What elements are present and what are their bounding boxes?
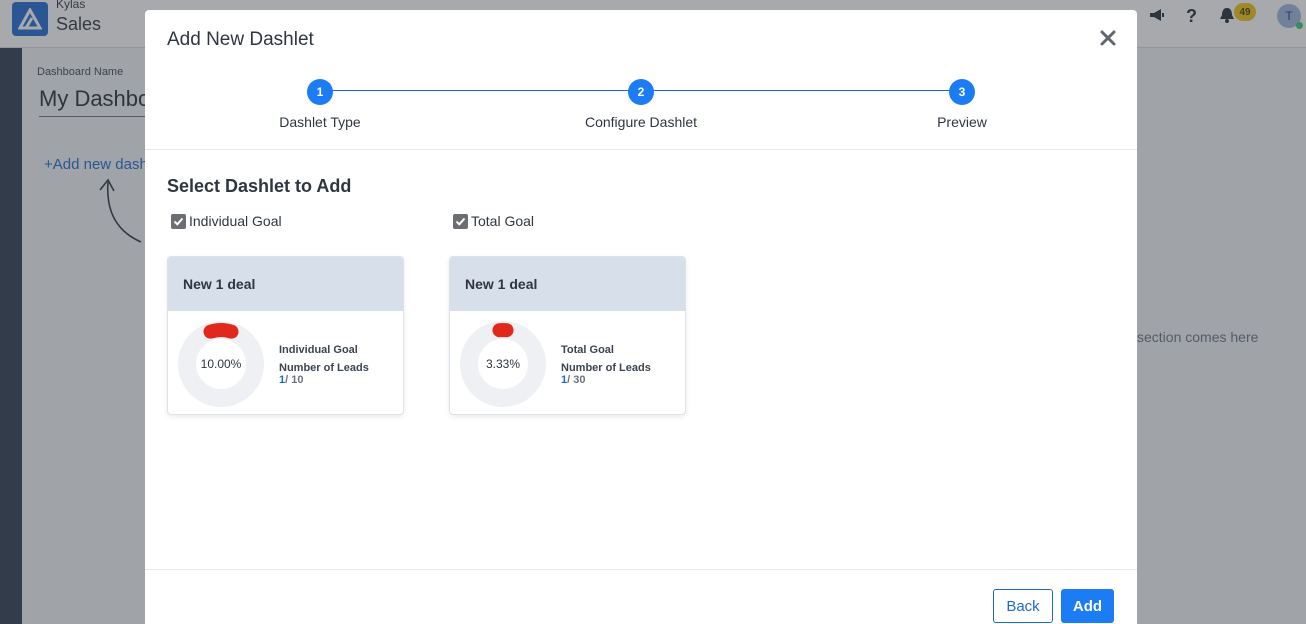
- back-button[interactable]: Back: [993, 589, 1053, 623]
- footer-divider: [145, 569, 1137, 570]
- card-title: New 1 deal: [450, 257, 685, 311]
- goal-target: / 30: [567, 374, 586, 386]
- goal-type: Total Goal: [561, 344, 614, 356]
- step-3-label: Preview: [937, 114, 987, 130]
- step-3-circle[interactable]: 3: [949, 79, 975, 105]
- total-goal-checkbox-label: Total Goal: [471, 213, 535, 229]
- individual-goal-checkbox[interactable]: [171, 213, 186, 229]
- close-icon[interactable]: [1096, 26, 1120, 50]
- total-goal-checkbox-row[interactable]: Total Goal: [453, 213, 534, 229]
- total-goal-checkbox[interactable]: [453, 213, 468, 229]
- step-2-label: Configure Dashlet: [584, 114, 698, 130]
- modal-title: Add New Dashlet: [167, 29, 314, 50]
- add-dashlet-modal: Add New Dashlet 1 2 3 Dashlet Type Confi…: [145, 10, 1137, 624]
- add-button[interactable]: Add: [1061, 589, 1114, 623]
- goal-target: / 10: [285, 374, 304, 386]
- individual-goal-checkbox-row[interactable]: Individual Goal: [171, 213, 282, 229]
- header-divider: [145, 149, 1137, 150]
- goal-type: Individual Goal: [279, 344, 358, 356]
- step-2-circle[interactable]: 2: [628, 79, 654, 105]
- total-goal-dashlet-card[interactable]: New 1 deal 3.33% Total Goal Number of Le…: [449, 256, 686, 415]
- step-1-label: Dashlet Type: [279, 114, 361, 130]
- section-title: Select Dashlet to Add: [167, 176, 352, 196]
- goal-progress: 1/ 10: [279, 374, 303, 386]
- card-title: New 1 deal: [168, 257, 403, 311]
- goal-info: Total Goal Number of Leads: [561, 341, 651, 377]
- step-1-circle[interactable]: 1: [307, 79, 333, 105]
- individual-goal-checkbox-label: Individual Goal: [189, 213, 282, 229]
- check-icon: [173, 217, 184, 226]
- goal-percent: 10.00%: [200, 357, 242, 371]
- goal-info: Individual Goal Number of Leads: [279, 341, 369, 377]
- goal-progress: 1/ 30: [561, 374, 585, 386]
- goal-percent: 3.33%: [485, 357, 521, 371]
- individual-goal-dashlet-card[interactable]: New 1 deal 10.00% Individual Goal Number…: [167, 256, 404, 415]
- check-icon: [455, 217, 466, 226]
